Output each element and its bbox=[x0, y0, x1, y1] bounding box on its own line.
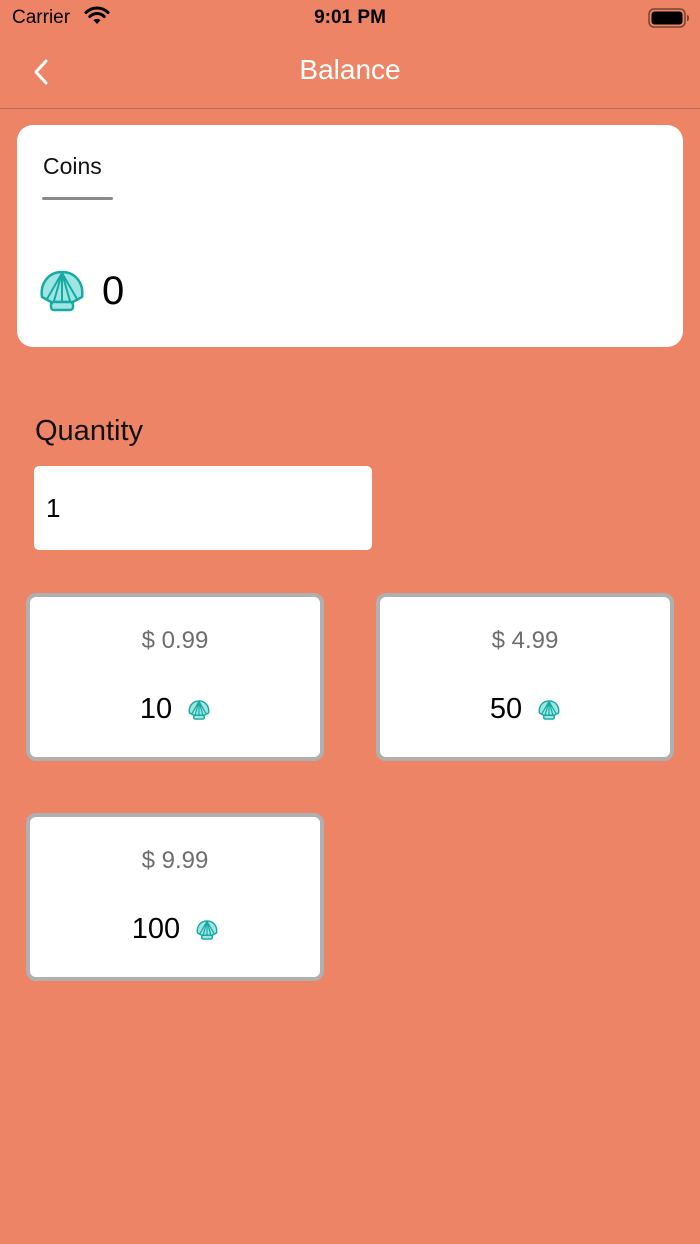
shell-icon bbox=[196, 919, 218, 940]
package-tile[interactable]: $ 4.99 50 bbox=[376, 593, 674, 761]
status-time: 9:01 PM bbox=[314, 7, 386, 28]
package-price: $ 4.99 bbox=[491, 627, 559, 654]
coin-balance: 0 bbox=[102, 269, 125, 313]
quantity-label: Quantity bbox=[35, 415, 143, 447]
balance-card: Coins 0 bbox=[17, 125, 683, 347]
package-amount: 10 bbox=[139, 693, 173, 725]
nav-bar: Balance bbox=[0, 36, 700, 109]
package-tile[interactable]: $ 0.99 10 bbox=[26, 593, 324, 761]
package-amount: 100 bbox=[131, 913, 181, 945]
shell-icon bbox=[188, 699, 210, 720]
package-price: $ 0.99 bbox=[141, 627, 209, 654]
status-bar: Carrier 9:01 PM bbox=[0, 0, 700, 36]
shell-icon bbox=[538, 699, 560, 720]
page-title: Balance bbox=[299, 54, 401, 85]
battery-icon bbox=[648, 8, 690, 33]
package-tile[interactable]: $ 9.99 100 bbox=[26, 813, 324, 981]
package-price: $ 9.99 bbox=[141, 847, 209, 874]
tab-underline bbox=[42, 197, 113, 200]
quantity-input[interactable] bbox=[34, 466, 372, 550]
package-amount: 50 bbox=[489, 693, 523, 725]
shell-icon bbox=[39, 269, 85, 318]
tab-coins[interactable]: Coins bbox=[43, 153, 102, 180]
